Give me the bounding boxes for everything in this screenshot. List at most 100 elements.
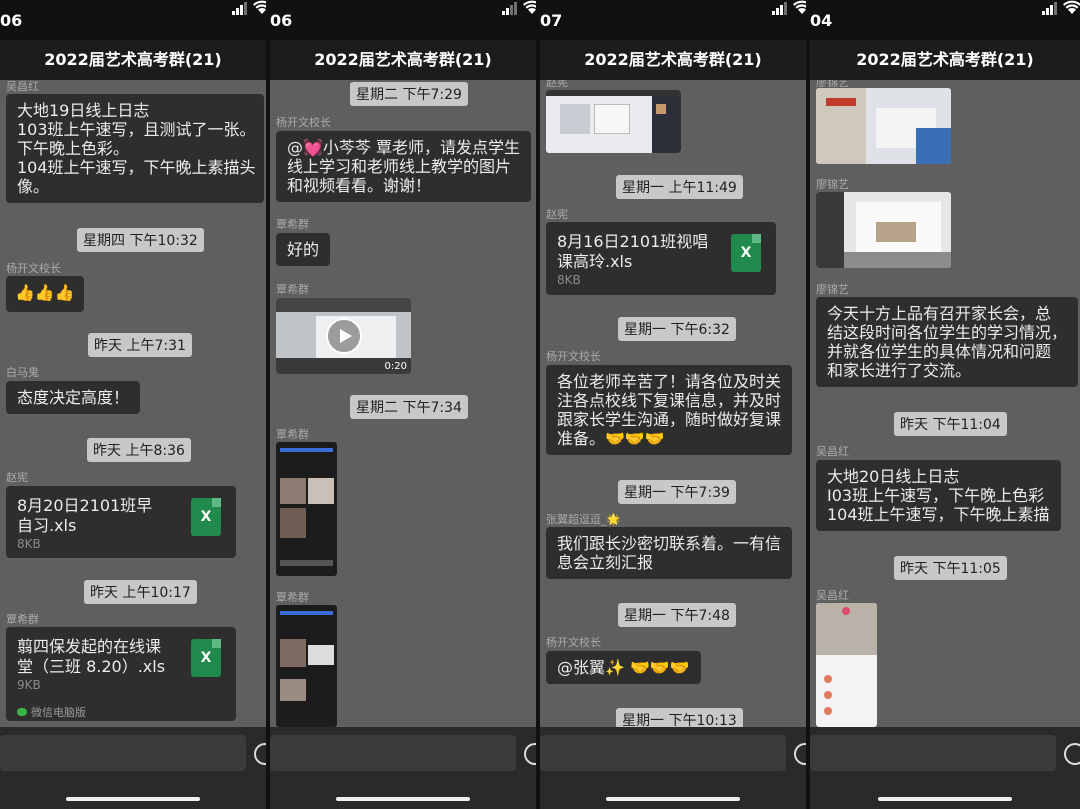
wechat-icon [17,708,27,716]
message-bubble[interactable]: 好的 [276,233,331,266]
message-line: 跟家长学生沟通，随时做好复课 [557,410,782,429]
message-sender: 白马鬼 [6,366,39,379]
home-indicator [878,797,1012,801]
message-list[interactable]: 星期二 下午7:29 杨开文校长 @💓小芩芩 覃老师，请发点学生 线上学习和老师… [270,80,536,727]
message-list[interactable]: 吴昌红 大地19日线上日志 103班上午速写，且测试了一张。 下午晚上色彩。 1… [0,80,266,727]
status-bar: 06 [270,0,536,40]
home-indicator [336,797,470,801]
excel-file-icon: X [191,639,221,677]
message-sender: 张翼超逗逗_🌟 [546,513,621,526]
message-line: 息会立刻汇报 [557,553,654,572]
file-message[interactable]: 翦四保发起的在线课 堂（三班 8.20）.xls 9KB X 微信电脑版 [6,627,236,721]
message-sender: 覃希群 [276,218,309,231]
message-line: 103班上午速写，且测试了一张。 [17,120,256,139]
message-bubble[interactable]: 👍👍👍 [6,276,84,312]
message-input[interactable] [0,735,246,771]
emoji-icon[interactable] [254,743,266,765]
message-input[interactable] [540,735,786,771]
cellular-signal-icon [502,2,520,15]
chat-panel-2: 06 2022届艺术高考群(21) 星期二 下午7:29 杨开文校长 @💓小芩芩… [270,0,536,809]
image-message[interactable] [276,605,337,727]
message-bubble[interactable]: 我们跟长沙密切联系着。一有信 息会立刻汇报 [546,527,793,579]
status-time: 07 [540,11,563,30]
file-size: 8KB [557,273,581,287]
status-bar: 07 [540,0,806,40]
image-message[interactable] [816,603,877,727]
message-bubble[interactable]: 各位老师辛苦了！请各位及时关 注各点校线下复课信息，并及时 跟家长学生沟通，随时… [546,365,793,455]
timestamp-divider: 星期一 上午11:49 [616,175,743,199]
message-bubble[interactable]: 大地20日线上日志 I03班上午速写，下午晚上色彩 104班上午速写，下午晚上素… [816,460,1061,531]
cellular-signal-icon [772,2,790,15]
wifi-icon [253,0,266,14]
chat-panel-1: 06 2022届艺术高考群(21) 吴昌红 大地19日线上日志 103班上午速写… [0,0,266,809]
image-message[interactable] [816,192,951,268]
file-size: 9KB [17,678,41,692]
video-message[interactable]: 0:20 [276,298,411,374]
status-time: 06 [0,11,23,30]
input-bar [270,727,536,809]
thumbs-up-emoji: 👍👍👍 [15,283,75,302]
message-sender: 覃希群 [276,591,309,604]
message-sender: 覃希群 [276,428,309,441]
emoji-icon[interactable] [524,743,536,765]
message-list[interactable]: 赵宪 星期一 上午11:49 赵宪 8月16日2101班视唱 课高玲.xls 8K… [540,80,806,727]
message-sender: 赵宪 [546,208,568,221]
message-line: 各位老师辛苦了！请各位及时关 [557,372,782,391]
message-input[interactable] [810,735,1056,771]
home-indicator [606,797,740,801]
image-message[interactable] [276,442,337,576]
message-line: 结这段时间各位学生的学习情况， [827,323,1068,342]
chat-title: 2022届艺术高考群(21) [540,40,806,80]
timestamp-divider: 昨天 上午10:17 [84,580,197,604]
emoji-icon[interactable] [1064,743,1080,765]
message-sender: 覃希群 [6,613,39,626]
status-bar: 06 [0,0,266,40]
message-line: 104班上午速写，下午晚上素描头 [17,158,256,177]
wifi-icon [1063,0,1080,14]
chat-panel-4: 04 2022届艺术高考群(21) 廖锦艺 廖锦艺 廖锦艺 今天十方上品有召开家… [810,0,1080,809]
message-list[interactable]: 廖锦艺 廖锦艺 廖锦艺 今天十方上品有召开家长会，总 结这段时间各位学生的学习情… [810,80,1080,727]
file-message[interactable]: 8月16日2101班视唱 课高玲.xls 8KB X [546,222,776,295]
message-bubble[interactable]: @张翼✨ 🤝🤝🤝 [546,651,701,684]
message-line: 104班上午速写，下午晚上素描 [827,505,1050,524]
message-sender: 杨开文校长 [276,116,331,129]
message-line: 大地20日线上日志 [827,467,960,486]
wifi-icon [793,0,806,14]
message-line: 注各点校线下复课信息，并及时 [557,391,782,410]
wifi-icon [523,0,536,14]
message-bubble[interactable]: 大地19日线上日志 103班上午速写，且测试了一张。 下午晚上色彩。 104班上… [6,94,264,203]
message-sender: 吴昌红 [816,589,849,602]
video-duration: 0:20 [384,361,407,372]
message-line: @💓小芩芩 覃老师，请发点学生 [287,138,521,157]
timestamp-divider: 星期四 下午10:32 [77,228,204,252]
message-line: 大地19日线上日志 [17,101,150,120]
message-line: @张翼✨ 🤝🤝🤝 [557,658,690,677]
message-bubble[interactable]: 态度决定高度！ [6,381,141,414]
message-line: 和家长进行了交流。 [827,361,972,380]
status-time: 04 [810,11,833,30]
timestamp-divider: 星期一 下午7:48 [618,603,736,627]
file-name: 8月20日2101班早 自习.xls [17,496,153,535]
emoji-icon[interactable] [794,743,806,765]
message-bubble[interactable]: 今天十方上品有召开家长会，总 结这段时间各位学生的学习情况， 并就各位学生的具体… [816,297,1079,387]
message-line: 态度决定高度！ [17,388,130,407]
input-bar [810,727,1080,809]
message-sender: 杨开文校长 [546,350,601,363]
image-message[interactable] [816,88,951,164]
message-sender: 廖锦艺 [816,178,849,191]
message-sender: 杨开文校长 [546,636,601,649]
file-message[interactable]: 8月20日2101班早 自习.xls 8KB X [6,486,236,558]
timestamp-divider: 昨天 下午11:04 [894,412,1007,436]
timestamp-divider: 星期一 下午6:32 [618,317,736,341]
image-message[interactable] [546,90,681,153]
message-line: 并就各位学生的具体情况和问题 [827,342,1052,361]
status-time: 06 [270,11,293,30]
file-source: 微信电脑版 [17,704,86,720]
message-input[interactable] [270,735,516,771]
message-sender: 赵宪 [546,80,568,89]
message-sender: 吴昌红 [6,80,39,93]
message-bubble[interactable]: @💓小芩芩 覃老师，请发点学生 线上学习和老师线上教学的图片 和视频看看。谢谢！ [276,131,532,202]
message-line: 准备。🤝🤝🤝 [557,429,665,448]
play-icon[interactable] [326,318,362,354]
timestamp-divider: 星期二 下午7:29 [350,82,468,106]
